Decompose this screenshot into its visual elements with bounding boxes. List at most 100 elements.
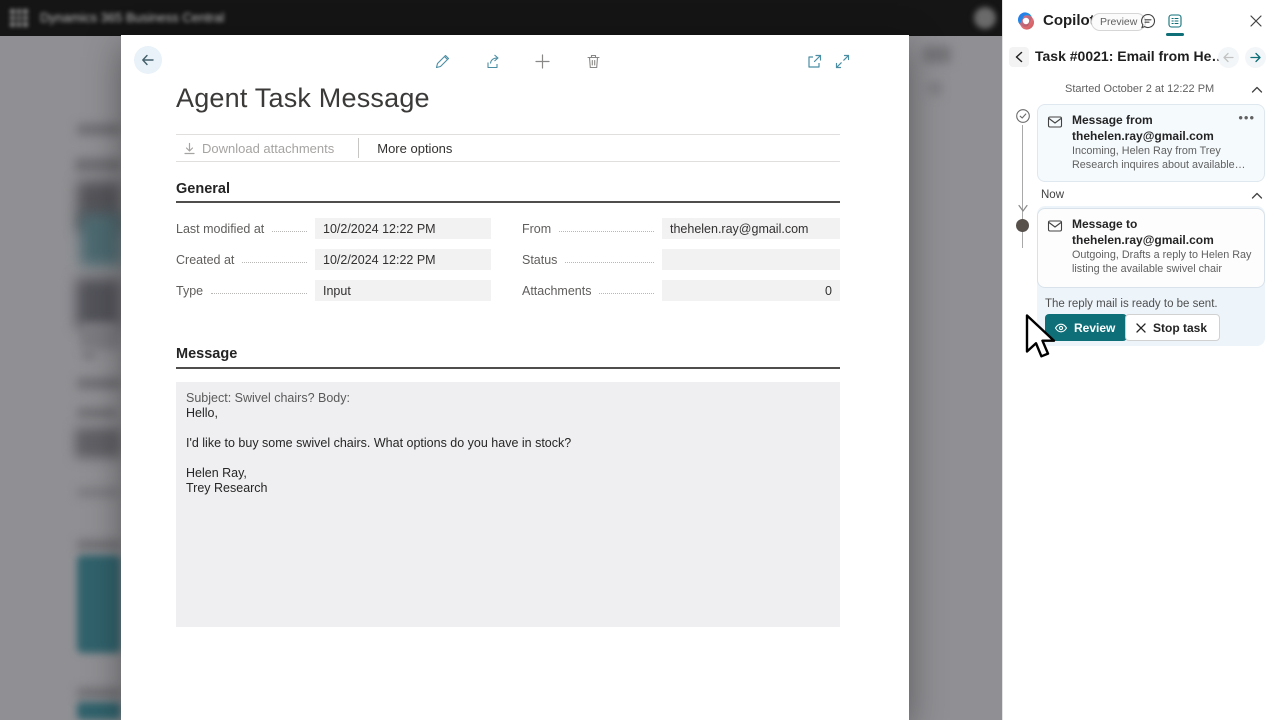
field-created-at: Created at 10/2/2024 12:22 PM bbox=[176, 249, 491, 270]
download-attachments-button[interactable]: Download attachments bbox=[183, 141, 334, 156]
bg-blur-text bbox=[77, 488, 119, 497]
edit-icon[interactable] bbox=[433, 52, 452, 71]
card-email: thehelen.ray@gmail.com bbox=[1072, 233, 1214, 247]
back-button[interactable] bbox=[134, 46, 162, 74]
bg-blur-text bbox=[77, 408, 117, 418]
card-description: Incoming, Helen Ray from Trey Research i… bbox=[1072, 145, 1246, 171]
expand-icon[interactable] bbox=[833, 52, 852, 71]
field-last-modified: Last modified at 10/2/2024 12:22 PM bbox=[176, 218, 491, 239]
copilot-title: Copilot bbox=[1043, 12, 1095, 29]
bg-blur-teal-tile bbox=[77, 702, 121, 720]
now-label: Now bbox=[1041, 189, 1065, 201]
task-title: Task #0021: Email from He… bbox=[1035, 48, 1226, 64]
task-back-button[interactable] bbox=[1009, 47, 1029, 67]
divider bbox=[176, 161, 840, 162]
field-label: Created at bbox=[176, 252, 235, 267]
message-line: Hello, bbox=[186, 406, 218, 420]
share-icon[interactable] bbox=[483, 52, 502, 71]
card-email: thehelen.ray@gmail.com bbox=[1072, 129, 1214, 143]
field-label: Type bbox=[176, 283, 204, 298]
timeline-arrow-icon bbox=[1017, 204, 1028, 212]
message-from-card[interactable]: Message from ••• thehelen.ray@gmail.com … bbox=[1037, 104, 1265, 182]
agent-task-message-dialog: Agent Task Message Download attachments … bbox=[121, 35, 909, 720]
bg-blur-teal-tile bbox=[77, 555, 121, 653]
copilot-panel: Copilot Preview Task #0021: Email from H… bbox=[1002, 0, 1280, 720]
field-label: Attachments bbox=[522, 283, 592, 298]
section-underline bbox=[176, 367, 840, 369]
field-value[interactable] bbox=[662, 249, 840, 270]
stop-task-button[interactable]: Stop task bbox=[1125, 314, 1221, 341]
dotted-leader bbox=[211, 293, 307, 294]
message-to-card[interactable]: Message to thehelen.ray@gmail.com Outgoi… bbox=[1037, 208, 1265, 288]
field-value[interactable]: Input bbox=[315, 280, 491, 301]
bg-blur-icon bbox=[923, 46, 951, 63]
review-eye-icon bbox=[1054, 323, 1068, 332]
bg-blur-text bbox=[77, 124, 121, 135]
field-attachments: Attachments 0 bbox=[522, 280, 840, 301]
field-label: From bbox=[522, 221, 552, 236]
review-button[interactable]: Review bbox=[1045, 314, 1128, 341]
field-label: Status bbox=[522, 252, 558, 267]
stop-x-icon bbox=[1136, 322, 1146, 333]
envelope-icon bbox=[1047, 220, 1063, 232]
open-in-window-icon[interactable] bbox=[805, 52, 824, 71]
more-options-button[interactable]: More options bbox=[377, 141, 452, 156]
envelope-icon bbox=[1047, 116, 1063, 128]
page-title: Agent Task Message bbox=[176, 83, 430, 113]
general-fields: Last modified at 10/2/2024 12:22 PM Crea… bbox=[176, 218, 840, 301]
download-icon bbox=[184, 142, 195, 154]
dotted-leader bbox=[272, 231, 307, 232]
message-line: I'd like to buy some swivel chairs. What… bbox=[186, 436, 572, 450]
field-value[interactable]: thehelen.ray@gmail.com bbox=[662, 218, 840, 239]
bg-blur-icon bbox=[928, 82, 942, 95]
field-label: Last modified at bbox=[176, 221, 265, 236]
check-circle-icon bbox=[1016, 109, 1030, 123]
bg-blur-text bbox=[75, 158, 121, 172]
bg-blur-headline bbox=[76, 278, 121, 328]
bg-blur-headline bbox=[80, 214, 122, 266]
message-line bbox=[186, 421, 830, 436]
nav-previous-button[interactable] bbox=[1218, 47, 1239, 68]
task-pane-icon[interactable] bbox=[1166, 12, 1184, 30]
stop-task-button-label: Stop task bbox=[1153, 320, 1208, 335]
card-title: Message to bbox=[1072, 217, 1138, 231]
waffle-icon[interactable] bbox=[10, 9, 28, 27]
message-line: Trey Research bbox=[186, 481, 268, 495]
field-value[interactable]: 0 bbox=[662, 280, 840, 301]
dotted-leader bbox=[559, 231, 654, 232]
message-section-heading: Message bbox=[176, 346, 238, 362]
close-icon[interactable] bbox=[1247, 12, 1265, 30]
collapse-icon[interactable] bbox=[1250, 189, 1264, 203]
download-attachments-label: Download attachments bbox=[202, 140, 335, 156]
delete-icon[interactable] bbox=[584, 52, 603, 71]
settings-icon[interactable] bbox=[974, 7, 996, 29]
add-icon[interactable] bbox=[533, 52, 552, 71]
collapse-icon[interactable] bbox=[1250, 83, 1264, 97]
dotted-leader bbox=[242, 262, 307, 263]
divider bbox=[358, 138, 360, 158]
message-line: Helen Ray, bbox=[186, 466, 247, 480]
bg-blur-text bbox=[77, 378, 121, 389]
nav-next-button[interactable] bbox=[1245, 47, 1266, 68]
section-underline bbox=[176, 201, 840, 203]
ellipsis-menu-icon[interactable]: ••• bbox=[1238, 111, 1255, 124]
timeline-dot bbox=[1016, 219, 1029, 232]
app-titlebar: Dynamics 365 Business Central bbox=[0, 0, 1002, 36]
chevron-left-icon bbox=[1015, 51, 1023, 63]
bg-blur-amount bbox=[75, 428, 121, 458]
nav-previous-icon bbox=[1223, 52, 1234, 63]
chat-icon[interactable] bbox=[1139, 12, 1157, 30]
task-status-text: The reply mail is ready to be sent. bbox=[1045, 298, 1218, 310]
field-value[interactable]: 10/2/2024 12:22 PM bbox=[315, 218, 491, 239]
bg-blur-dash bbox=[83, 352, 95, 358]
message-line: Subject: Swivel chairs? Body: bbox=[186, 391, 350, 405]
active-tab-indicator bbox=[1166, 33, 1184, 36]
message-body-field[interactable]: Subject: Swivel chairs? Body: Hello, I'd… bbox=[176, 382, 840, 627]
field-value[interactable]: 10/2/2024 12:22 PM bbox=[315, 249, 491, 270]
field-from: From thehelen.ray@gmail.com bbox=[522, 218, 840, 239]
screen: Dynamics 365 Business Central Agent Task… bbox=[0, 0, 1280, 720]
card-description: Outgoing, Drafts a reply to Helen Ray li… bbox=[1072, 249, 1252, 277]
task-started-label: Started October 2 at 12:22 PM bbox=[1065, 83, 1215, 95]
general-section-heading: General bbox=[176, 181, 230, 197]
bg-blur-button bbox=[80, 324, 120, 350]
